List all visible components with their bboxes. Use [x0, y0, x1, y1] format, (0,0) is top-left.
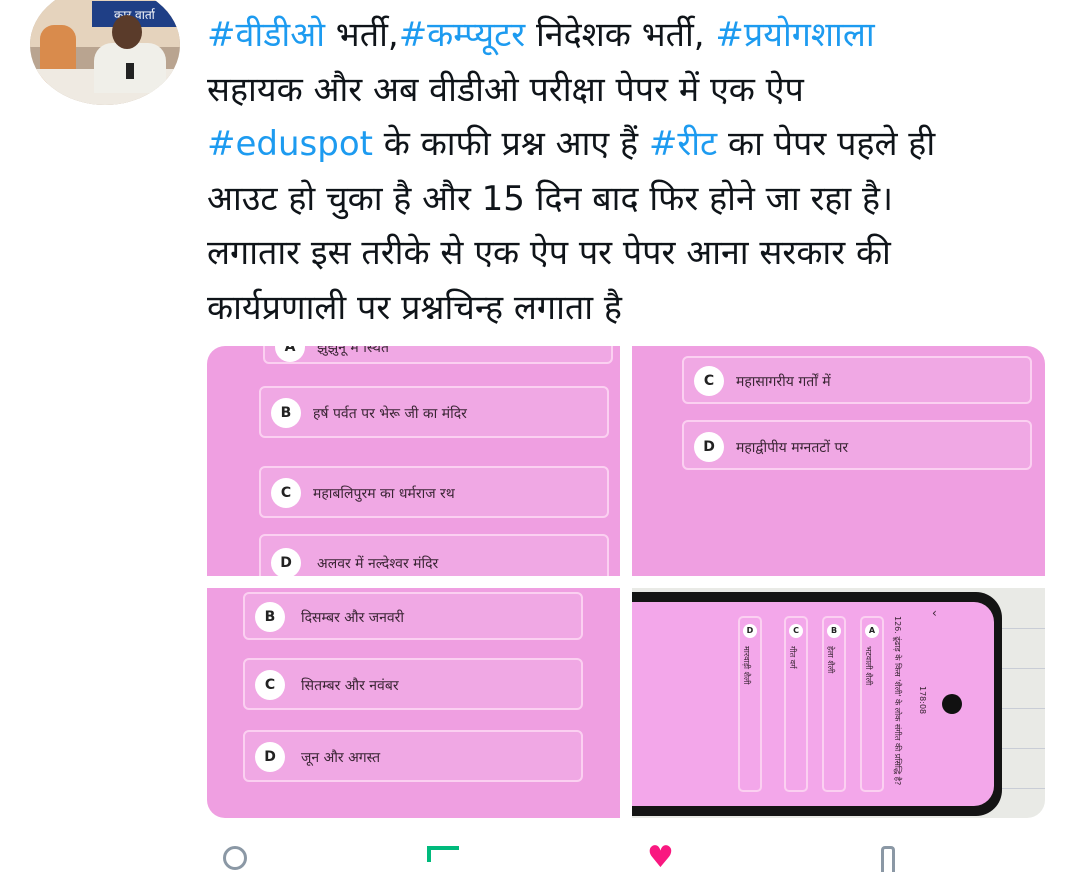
option-badge: D: [255, 742, 285, 772]
back-arrow-icon: ‹: [932, 606, 937, 620]
option-c: C सितम्बर और नवंबर: [243, 658, 583, 710]
option-badge: D: [271, 548, 301, 576]
photo-2[interactable]: C महासागरीय गर्तों में D महाद्वीपीय मग्न…: [632, 346, 1045, 576]
option-b: B दिसम्बर और जनवरी: [243, 592, 583, 640]
tweet-text-segment: कार्यप्रणाली पर प्रश्नचिन्ह लगाता है: [207, 287, 622, 328]
option-text: महाद्वीपीय मग्नतटों पर: [736, 440, 849, 456]
hashtag-link[interactable]: #प्रयोगशाला: [715, 15, 874, 55]
tweet-text-segment: निदेशक भर्ती,: [525, 15, 716, 55]
option-c: C महासागरीय गर्तों में: [682, 356, 1032, 404]
option-badge: C: [789, 624, 803, 638]
option-b: B हर्ष पर्वत पर भेरू जी का मंदिर: [259, 386, 609, 438]
share-icon[interactable]: [881, 846, 895, 872]
hashtag-link[interactable]: #वीडीओ: [207, 15, 325, 55]
phone: ‹ 126. ढूंढाड़ के किस 'शैली' के लोक संगी…: [632, 592, 1002, 816]
option-badge: D: [743, 624, 757, 638]
media-grid: A झुंझुनू में स्थित B हर्ष पर्वत पर भेरू…: [207, 346, 1045, 818]
avatar-mic: [126, 63, 134, 79]
camera-icon: [942, 694, 962, 714]
tweet-text-segment: का पेपर पहले ही: [717, 124, 936, 164]
option-badge: B: [827, 624, 841, 638]
option-text: हर्ष पर्वत पर भेरू जी का मंदिर: [313, 406, 467, 422]
option-badge: C: [255, 670, 285, 700]
hashtag-link[interactable]: #eduspot: [207, 124, 373, 164]
tweet-line: #eduspot के काफी प्रश्न आए हैं #रीट का प…: [207, 117, 1057, 172]
phone-screen: ‹ 126. ढूंढाड़ के किस 'शैली' के लोक संगी…: [632, 602, 994, 806]
tweet-line: आउट हो चुका है और 15 दिन बाद फिर होने जा…: [207, 172, 1057, 227]
hashtag-link[interactable]: #रीट: [649, 124, 717, 164]
option-badge: B: [271, 398, 301, 428]
option-text: भटवाली शैली: [864, 646, 873, 686]
tweet-line: लगातार इस तरीके से एक ऐप पर पेपर आना सरक…: [207, 226, 1057, 281]
option-d: D मारवाड़ी शैली: [738, 616, 762, 792]
avatar-head: [112, 15, 142, 49]
option-text: गीत वर्ग: [788, 646, 797, 669]
option-badge: B: [255, 602, 285, 632]
option-text: महाबलिपुरम का धर्मराज रथ: [313, 486, 455, 502]
option-text: झुंझुनू में स्थित: [317, 346, 389, 356]
question-text: 126. ढूंढाड़ के किस 'शैली' के लोक संगीत …: [893, 616, 902, 786]
action-bar: ♥: [207, 843, 987, 873]
option-d: D महाद्वीपीय मग्नतटों पर: [682, 420, 1032, 470]
option-c: C गीत वर्ग: [784, 616, 808, 792]
reply-icon[interactable]: [223, 846, 247, 870]
like-icon[interactable]: ♥: [647, 843, 674, 873]
tweet-line: कार्यप्रणाली पर प्रश्नचिन्ह लगाता है: [207, 281, 1057, 336]
option-text: महासागरीय गर्तों में: [736, 374, 831, 390]
option-text: सितम्बर और नवंबर: [301, 678, 399, 694]
option-badge: C: [271, 478, 301, 508]
option-a: A झुंझुनू में स्थित: [263, 346, 613, 364]
option-d: D अलवर में नल्देश्वर मंदिर: [259, 534, 609, 576]
option-text: हेला शैली: [826, 646, 835, 674]
option-badge: A: [865, 624, 879, 638]
option-d: D जून और अगस्त: [243, 730, 583, 782]
tweet-line: सहायक और अब वीडीओ परीक्षा पेपर में एक ऐप: [207, 63, 1057, 118]
option-text: दिसम्बर और जनवरी: [301, 610, 405, 626]
hashtag-link[interactable]: #कम्प्यूटर: [399, 15, 525, 55]
option-badge: C: [694, 366, 724, 396]
tweet-text-segment: आउट हो चुका है और 15 दिन बाद फिर होने जा…: [207, 178, 893, 219]
retweet-icon[interactable]: [427, 846, 459, 862]
tweet-text: #वीडीओ भर्ती,#कम्प्यूटर निदेशक भर्ती, #प…: [207, 8, 1057, 335]
option-text: मारवाड़ी शैली: [742, 646, 751, 685]
photo-1[interactable]: A झुंझुनू में स्थित B हर्ष पर्वत पर भेरू…: [207, 346, 620, 576]
option-badge: D: [694, 432, 724, 462]
option-text: जून और अगस्त: [301, 750, 381, 766]
tweet-line: #वीडीओ भर्ती,#कम्प्यूटर निदेशक भर्ती, #प…: [207, 8, 1057, 63]
avatar[interactable]: कार वार्ता: [30, 0, 180, 105]
tweet-text-segment: भर्ती,: [324, 15, 399, 55]
tweet-text-segment: लगातार इस तरीके से एक ऐप पर पेपर आना सरक…: [207, 233, 891, 273]
option-a: A भटवाली शैली: [860, 616, 884, 792]
photo-3[interactable]: B दिसम्बर और जनवरी C सितम्बर और नवंबर D …: [207, 588, 620, 818]
option-b: B हेला शैली: [822, 616, 846, 792]
timer-text: 178:08: [918, 686, 927, 715]
option-c: C महाबलिपुरम का धर्मराज रथ: [259, 466, 609, 518]
option-text: अलवर में नल्देश्वर मंदिर: [317, 556, 439, 572]
tweet-text-segment: सहायक और अब वीडीओ परीक्षा पेपर में एक ऐप: [207, 69, 804, 110]
option-badge: A: [275, 346, 305, 362]
tweet-text-segment: के काफी प्रश्न आए हैं: [372, 124, 649, 164]
photo-4[interactable]: ‹ 126. ढूंढाड़ के किस 'शैली' के लोक संगी…: [632, 588, 1045, 818]
